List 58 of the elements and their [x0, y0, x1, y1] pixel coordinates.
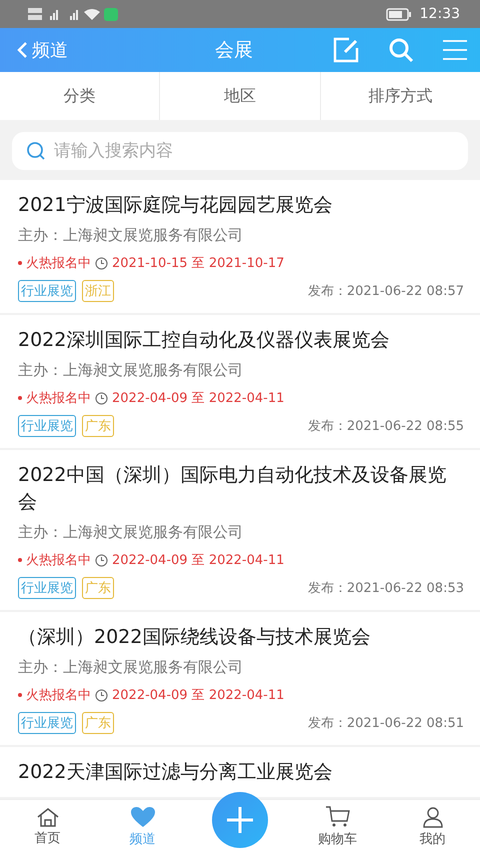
edit-icon[interactable]: [332, 37, 360, 63]
search-icon[interactable]: [388, 37, 414, 63]
clock-time: 12:33: [420, 6, 460, 22]
home-icon: [36, 806, 60, 826]
event-tag: 行业展览: [18, 415, 76, 437]
status-text: 火热报名中: [26, 687, 91, 704]
publish-time: 发布：2021-06-22 08:57: [308, 283, 464, 300]
status-dot: [18, 693, 22, 697]
nav-tab[interactable]: 购物车: [290, 806, 385, 848]
event-card[interactable]: 2021宁波国际庭院与花园园艺展览会 主办：上海昶文展览服务有限公司 火热报名中 2021-10-15 至 2021-10-17 行业展览 浙江 发布：2021-06-22 08:57: [0, 180, 480, 313]
nav-tab[interactable]: 我的: [385, 806, 480, 848]
event-card[interactable]: 2022深圳国际工控自动化及仪器仪表展览会 主办：上海昶文展览服务有限公司 火热报名中 2022-04-09 至 2022-04-11 行业展览 广东 发布：2021-06-22 08:55: [0, 315, 480, 448]
heart-icon: [130, 806, 156, 828]
event-tag: 行业展览: [18, 280, 76, 302]
search-field[interactable]: 请输入搜索内容: [12, 132, 468, 170]
chevron-left-icon: [16, 41, 28, 59]
event-dates: 2022-04-09 至 2022-04-11: [112, 552, 284, 569]
organizer-text: 主办：上海昶文展览服务有限公司: [18, 361, 244, 380]
publish-time: 发布：2021-06-22 08:53: [308, 580, 464, 597]
organizer-text: 主办：上海昶文展览服务有限公司: [18, 523, 244, 542]
user-icon: [422, 806, 444, 828]
nav-tab[interactable]: 首页: [0, 806, 95, 846]
status-text: 火热报名中: [26, 552, 91, 569]
battery-icon: [386, 8, 412, 20]
page-title: 会展: [214, 38, 254, 63]
clock-icon: [95, 688, 108, 702]
status-text: 火热报名中: [26, 255, 91, 272]
event-card[interactable]: 2022天津国际过滤与分离工业展览会: [0, 747, 480, 797]
clock-icon: [95, 256, 108, 270]
event-dates: 2022-04-09 至 2022-04-11: [112, 687, 284, 704]
publish-time: 发布：2021-06-22 08:51: [308, 715, 464, 732]
plus-icon: [225, 804, 255, 834]
clock-icon: [95, 392, 108, 404]
event-title: （深圳）2022国际绕线设备与技术展览会: [18, 625, 372, 650]
organizer-text: 主办：上海昶文展览服务有限公司: [18, 226, 244, 245]
event-tag: 浙江: [82, 280, 114, 302]
event-title: 2021宁波国际庭院与花园园艺展览会: [18, 193, 334, 218]
event-card[interactable]: （深圳）2022国际绕线设备与技术展览会 主办：上海昶文展览服务有限公司 火热报名中 2022-04-09 至 2022-04-11 行业展览 广东 发布：2021-06-22 08:51: [0, 612, 480, 745]
clock-icon: [95, 554, 108, 566]
event-title: 2022中国（深圳）国际电力自动化技术及设备展览会: [18, 463, 448, 515]
event-tag: 行业展览: [18, 577, 76, 599]
event-title: 2022天津国际过滤与分离工业展览会: [18, 760, 334, 785]
event-card[interactable]: 2022中国（深圳）国际电力自动化技术及设备展览会 主办：上海昶文展览服务有限公司 火热报名中 2022-04-09 至 2022-04-11 行业展览 广东 发布：2021-06-22 08:53: [0, 450, 480, 610]
event-dates: 2021-10-15 至 2021-10-17: [112, 255, 284, 272]
publish-time: 发布：2021-06-22 08:55: [308, 418, 464, 435]
status-text: 火热报名中: [26, 390, 91, 407]
status-dot: [18, 558, 22, 562]
event-tag: 广东: [82, 415, 114, 437]
status-dot: [18, 261, 22, 265]
menu-icon[interactable]: [442, 39, 468, 61]
cart-icon: [324, 806, 350, 828]
event-dates: 2022-04-09 至 2022-04-11: [112, 390, 284, 407]
event-tag: 行业展览: [18, 712, 76, 734]
event-tag: 广东: [82, 712, 114, 734]
event-title: 2022深圳国际工控自动化及仪器仪表展览会: [18, 328, 390, 353]
status-dot: [18, 396, 22, 400]
organizer-text: 主办：上海昶文展览服务有限公司: [18, 658, 244, 677]
event-tag: 广东: [82, 577, 114, 599]
